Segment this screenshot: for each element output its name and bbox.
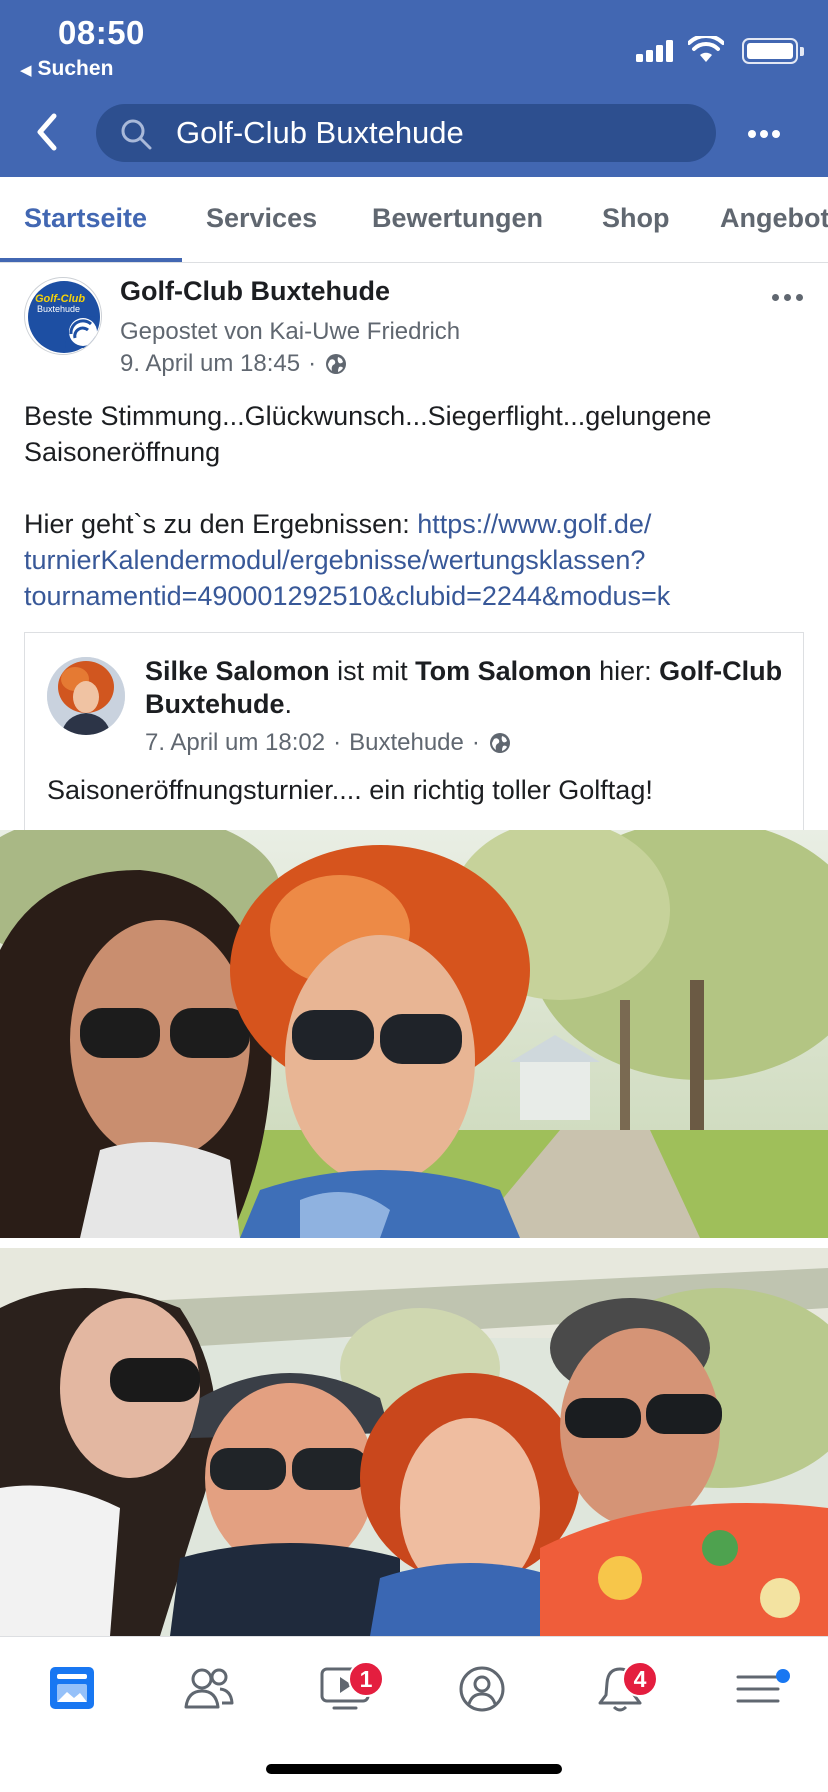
signal-bars-icon xyxy=(636,40,676,62)
friends-icon xyxy=(184,1668,234,1709)
status-time: 08:50 xyxy=(58,14,145,51)
shared-post-date[interactable]: 7. April um 18:02 xyxy=(145,729,325,757)
here-text: hier: xyxy=(599,656,652,686)
results-link-part-1[interactable]: https://www.golf.de/ xyxy=(417,509,651,539)
globe-icon xyxy=(326,354,347,374)
nav-profile[interactable] xyxy=(446,1657,516,1717)
search-icon xyxy=(121,119,152,150)
post-posted-by: Gepostet von Kai-Uwe Friedrich xyxy=(120,318,461,345)
post-text-line: Beste Stimmung...Glückwunsch...Siegerfli… xyxy=(24,401,712,467)
post-photo-1[interactable] xyxy=(0,830,828,1238)
page-tabs: Startseite Services Bewertungen Shop Ang… xyxy=(0,177,828,263)
shared-author-avatar[interactable] xyxy=(47,657,125,735)
search-text: Golf-Club Buxtehude xyxy=(176,115,464,150)
svg-text:Buxtehude: Buxtehude xyxy=(37,304,80,314)
tab-services[interactable]: Services xyxy=(206,203,317,234)
tab-angebote[interactable]: Angebote xyxy=(720,203,828,234)
shared-post-place[interactable]: Buxtehude xyxy=(349,729,464,757)
post-page-name[interactable]: Golf-Club Buxtehude xyxy=(120,276,390,307)
nav-menu[interactable] xyxy=(722,1657,792,1717)
notifications-badge: 4 xyxy=(622,1661,658,1697)
shared-post-header: Silke Salomon ist mit Tom Salomon hier: … xyxy=(145,655,785,721)
search-input[interactable]: Golf-Club Buxtehude xyxy=(96,104,716,162)
with-text: ist mit xyxy=(337,656,408,686)
meta-separator: · xyxy=(471,729,480,756)
post-text-results-line: Hier geht`s zu den Ergebnissen: https://… xyxy=(24,506,808,542)
status-back-label: Suchen xyxy=(37,57,114,80)
post-photo-2[interactable] xyxy=(0,1248,828,1636)
back-triangle-icon: ◀ xyxy=(20,62,32,79)
profile-icon xyxy=(459,1666,505,1712)
page-logo-avatar[interactable]: Golf-Club Buxtehude xyxy=(24,277,102,355)
back-chevron-icon[interactable] xyxy=(30,112,66,152)
home-indicator[interactable] xyxy=(266,1764,562,1774)
tab-shop[interactable]: Shop xyxy=(602,203,670,234)
globe-icon xyxy=(489,733,510,753)
results-link-part-2[interactable]: turnierKalendermodul/ergebnisse/wertungs… xyxy=(24,542,808,578)
post-meta: 9. April um 18:45 · xyxy=(120,350,348,378)
wifi-icon xyxy=(688,36,724,62)
post-options-icon[interactable] xyxy=(770,288,806,308)
status-back-to-app[interactable]: ◀ Suchen xyxy=(20,57,113,81)
tab-bewertungen[interactable]: Bewertungen xyxy=(372,203,543,234)
tagged-person-name[interactable]: Tom Salomon xyxy=(415,656,592,686)
shared-author-name[interactable]: Silke Salomon xyxy=(145,656,330,686)
more-options-icon[interactable] xyxy=(744,114,784,150)
shared-post-text: Saisoneröffnungsturnier.... ein richtig … xyxy=(47,775,653,805)
app-header: 08:50 ◀ Suchen Golf-Club Buxtehude xyxy=(0,0,828,177)
post-text: Beste Stimmung...Glückwunsch...Siegerfli… xyxy=(24,398,808,614)
results-link-part-3[interactable]: tournamentid=490001292510&clubid=2244&mo… xyxy=(24,578,808,614)
status-icons xyxy=(628,36,804,64)
news-feed-icon xyxy=(50,1667,94,1709)
shared-post-meta: 7. April um 18:02 · Buxtehude · xyxy=(145,729,512,757)
post-date[interactable]: 9. April um 18:45 xyxy=(120,350,300,378)
battery-icon xyxy=(742,38,804,64)
meta-separator: · xyxy=(308,350,317,377)
nav-news-feed[interactable] xyxy=(36,1657,106,1717)
header-end-punct: . xyxy=(284,689,293,719)
watch-badge: 1 xyxy=(348,1661,384,1697)
nav-friends[interactable] xyxy=(172,1657,242,1717)
results-intro: Hier geht`s zu den Ergebnissen: xyxy=(24,509,410,539)
golf-club-logo: Golf-Club Buxtehude xyxy=(28,281,100,353)
nav-notifications[interactable]: 4 xyxy=(584,1657,658,1717)
nav-watch[interactable]: 1 xyxy=(308,1657,384,1717)
meta-separator: · xyxy=(333,729,342,756)
tab-startseite[interactable]: Startseite xyxy=(24,203,147,234)
menu-notification-dot xyxy=(776,1669,790,1683)
shared-post-card[interactable]: Silke Salomon ist mit Tom Salomon hier: … xyxy=(24,632,804,832)
active-tab-indicator xyxy=(0,258,182,262)
